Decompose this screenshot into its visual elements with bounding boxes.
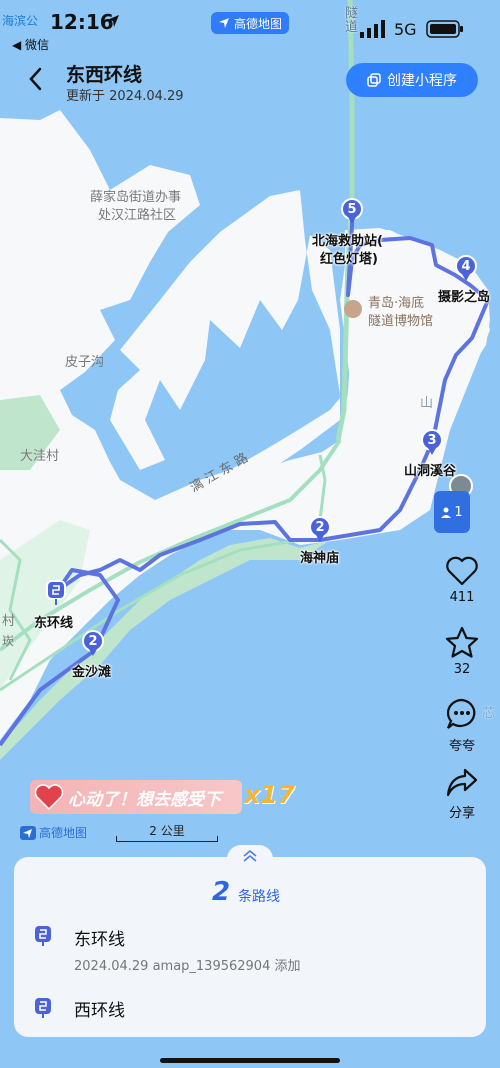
route-meta: 2024.04.29 amap_139562904 添加: [74, 959, 301, 974]
museum-icon: [344, 300, 362, 318]
comment-bubble-icon: [446, 698, 476, 729]
back-to-wechat-link[interactable]: ◀ 微信: [12, 36, 49, 53]
route-marker[interactable]: 4: [455, 255, 477, 281]
amap-watermark-text: 高德地图: [39, 826, 88, 840]
share-arrow-icon: [446, 768, 478, 797]
route-marker[interactable]: 2: [82, 630, 104, 656]
network-type: 5G: [394, 20, 417, 39]
route-count: 2: [212, 877, 231, 907]
area-label: 处汉江路社区: [98, 208, 177, 223]
marker-label: 金沙滩: [72, 665, 112, 680]
heart-sticker-icon: [34, 784, 64, 811]
page-title: 东西环线: [66, 64, 143, 86]
route-marker[interactable]: 3: [421, 429, 443, 455]
favorite-button[interactable]: 32: [436, 626, 488, 677]
share-button[interactable]: 分享: [436, 766, 488, 821]
marker-label: 北海救助站(: [312, 234, 383, 249]
person-icon: [441, 507, 452, 518]
amap-logo-icon: [218, 18, 229, 28]
amap-pill-label: 高德地图: [233, 16, 282, 31]
favorite-count: 32: [453, 662, 471, 677]
copy-icon: [367, 73, 381, 87]
updated-date: 更新于 2024.04.29: [66, 89, 184, 104]
poi-label[interactable]: 隧道博物馆: [368, 310, 433, 329]
star-icon: [445, 626, 479, 658]
route-name: 东环线: [74, 930, 125, 950]
route-count-label: 条路线: [238, 889, 280, 905]
route-marker[interactable]: 5: [341, 198, 363, 224]
battery-icon: [426, 20, 463, 38]
map-scale: 2 公里: [116, 822, 218, 842]
sheet-handle[interactable]: [227, 845, 273, 867]
like-button[interactable]: 411: [436, 556, 488, 605]
area-label: 薛家岛街道办事: [90, 190, 182, 205]
marker-label: 山洞溪谷: [404, 464, 457, 479]
heart-icon: [446, 556, 478, 586]
signal-bars-icon: [360, 20, 385, 38]
home-indicator[interactable]: [160, 1058, 340, 1063]
marker-label: 红色灯塔): [320, 252, 378, 267]
scale-bar: [116, 836, 218, 842]
expand-chevron-icon: [243, 849, 257, 862]
route-pin-icon: [35, 926, 51, 946]
route-pin-icon: [35, 998, 51, 1018]
amap-app-pill: 高德地图: [211, 12, 289, 34]
poi-label[interactable]: 青岛·海底: [368, 292, 424, 311]
amap-logo-icon: [20, 825, 36, 840]
tunnel-label: 道: [345, 20, 359, 35]
collaborator-count: 1: [454, 504, 463, 520]
corner-place-label: 海滨公: [2, 14, 39, 28]
back-chevron-icon[interactable]: [22, 62, 52, 96]
marker-label: 摄影之岛: [438, 290, 491, 305]
area-label: 皮子沟: [65, 355, 105, 370]
status-bar: 海滨公 12:16 ◀ 微信 高德地图 5G: [0, 0, 500, 52]
like-count: 411: [449, 590, 475, 605]
praise-label: 夸夸: [448, 739, 475, 754]
start-label: 东环线: [34, 616, 74, 631]
area-label: 村: [2, 614, 16, 629]
amap-watermark: 高德地图: [20, 824, 87, 841]
praise-button[interactable]: 夸夸: [436, 697, 488, 754]
create-mini-program-button[interactable]: 创建小程序: [346, 63, 478, 97]
clock: 12:16: [50, 10, 114, 34]
hill-label: 山: [420, 396, 434, 411]
share-label: 分享: [448, 806, 475, 821]
marker-label: 海神庙: [300, 551, 340, 566]
promo-multiplier: x17: [244, 780, 295, 809]
route-start-pin-icon[interactable]: [46, 580, 66, 606]
route-name: 西环线: [74, 1001, 125, 1021]
location-arrow-icon: [107, 15, 119, 27]
area-label: 大洼村: [20, 449, 60, 464]
area-label: 崁: [2, 634, 15, 648]
route-marker[interactable]: 2: [309, 516, 331, 542]
collaborators-button[interactable]: 1: [434, 491, 470, 533]
create-mini-program-label: 创建小程序: [387, 73, 457, 89]
promo-text: 心动了！想去感受下: [68, 789, 221, 810]
